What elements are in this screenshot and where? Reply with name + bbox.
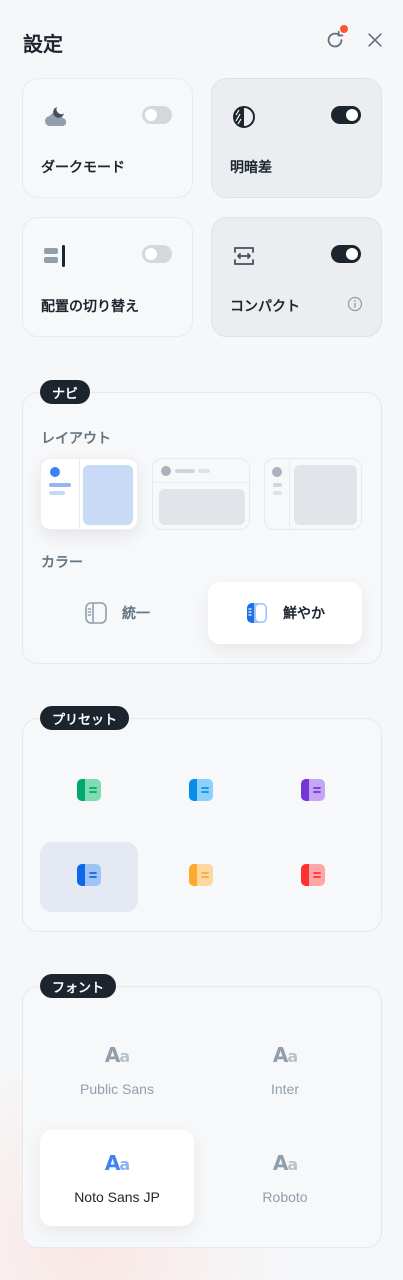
color-label: カラー: [41, 555, 83, 571]
preset-cyan[interactable]: [152, 757, 250, 827]
dark-mode-label: ダークモード: [41, 160, 125, 176]
font-option-roboto[interactable]: Aa Roboto: [208, 1130, 362, 1226]
presets-section-title: プリセット: [40, 706, 130, 730]
font-option-label: Noto Sans JP: [74, 1189, 160, 1205]
close-icon: [368, 33, 382, 47]
layout-mini-preview: [272, 459, 357, 529]
preset-icon: [300, 863, 326, 891]
layout-option-vertical[interactable]: [40, 458, 138, 530]
close-button[interactable]: [360, 25, 390, 55]
preset-red[interactable]: [264, 842, 362, 912]
preset-blue[interactable]: [40, 842, 138, 912]
preset-icon: [188, 863, 214, 891]
sidebar-outline-icon: [85, 602, 107, 624]
align-right-icon: [44, 245, 65, 267]
layout-option-mini[interactable]: [264, 458, 362, 530]
compact-label: コンパクト: [230, 299, 300, 315]
font-option-inter[interactable]: Aa Inter: [208, 1022, 362, 1118]
preset-orange[interactable]: [152, 842, 250, 912]
contrast-label: 明暗差: [230, 160, 272, 176]
sidebar-filled-icon: [247, 603, 267, 623]
font-sample-icon: Aa: [104, 1151, 130, 1175]
font-option-label: Roboto: [262, 1189, 308, 1205]
preset-purple[interactable]: [264, 757, 362, 827]
preset-icon: [76, 863, 102, 891]
moon-cloud-icon: [44, 107, 67, 127]
font-option-label: Public Sans: [80, 1081, 154, 1097]
compact-icon: [234, 247, 254, 265]
layout-horizontal-preview: [153, 466, 249, 525]
nav-section-title: ナビ: [40, 380, 91, 404]
notification-dot: [340, 25, 348, 33]
layout-vertical-preview: [49, 459, 133, 529]
preset-icon: [76, 778, 102, 806]
dark-mode-card[interactable]: ダークモード: [22, 78, 193, 198]
settings-header: 設定: [0, 0, 403, 80]
compact-card[interactable]: コンパクト: [211, 217, 382, 337]
info-icon[interactable]: [347, 296, 363, 312]
font-sample-icon: Aa: [272, 1151, 298, 1175]
layout-switch-card[interactable]: 配置の切り替え: [22, 217, 193, 337]
layout-option-horizontal[interactable]: [152, 458, 250, 530]
font-sample-icon: Aa: [104, 1043, 130, 1067]
layout-switch-toggle[interactable]: [142, 245, 172, 263]
dark-mode-toggle[interactable]: [142, 106, 172, 124]
preset-icon: [188, 778, 214, 806]
color-option-vivid-label: 鮮やか: [283, 606, 325, 622]
color-option-vivid[interactable]: 鮮やか: [208, 582, 362, 644]
contrast-toggle[interactable]: [331, 106, 361, 124]
page-title: 設定: [23, 32, 63, 56]
preset-green[interactable]: [40, 757, 138, 827]
font-option-label: Inter: [270, 1081, 299, 1097]
contrast-icon: [233, 106, 255, 128]
compact-toggle[interactable]: [331, 245, 361, 263]
color-option-integrate-label: 統一: [122, 606, 150, 622]
font-option-noto-sans-jp[interactable]: Aa Noto Sans JP: [40, 1130, 194, 1226]
reset-button[interactable]: [320, 25, 350, 55]
font-sample-icon: Aa: [272, 1043, 298, 1067]
layout-label: レイアウト: [41, 431, 111, 447]
fonts-section-title: フォント: [40, 974, 117, 998]
font-option-public-sans[interactable]: Aa Public Sans: [40, 1022, 194, 1118]
contrast-card[interactable]: 明暗差: [211, 78, 382, 198]
preset-icon: [300, 778, 326, 806]
color-option-integrate[interactable]: 統一: [40, 582, 194, 644]
layout-switch-label: 配置の切り替え: [41, 299, 139, 315]
